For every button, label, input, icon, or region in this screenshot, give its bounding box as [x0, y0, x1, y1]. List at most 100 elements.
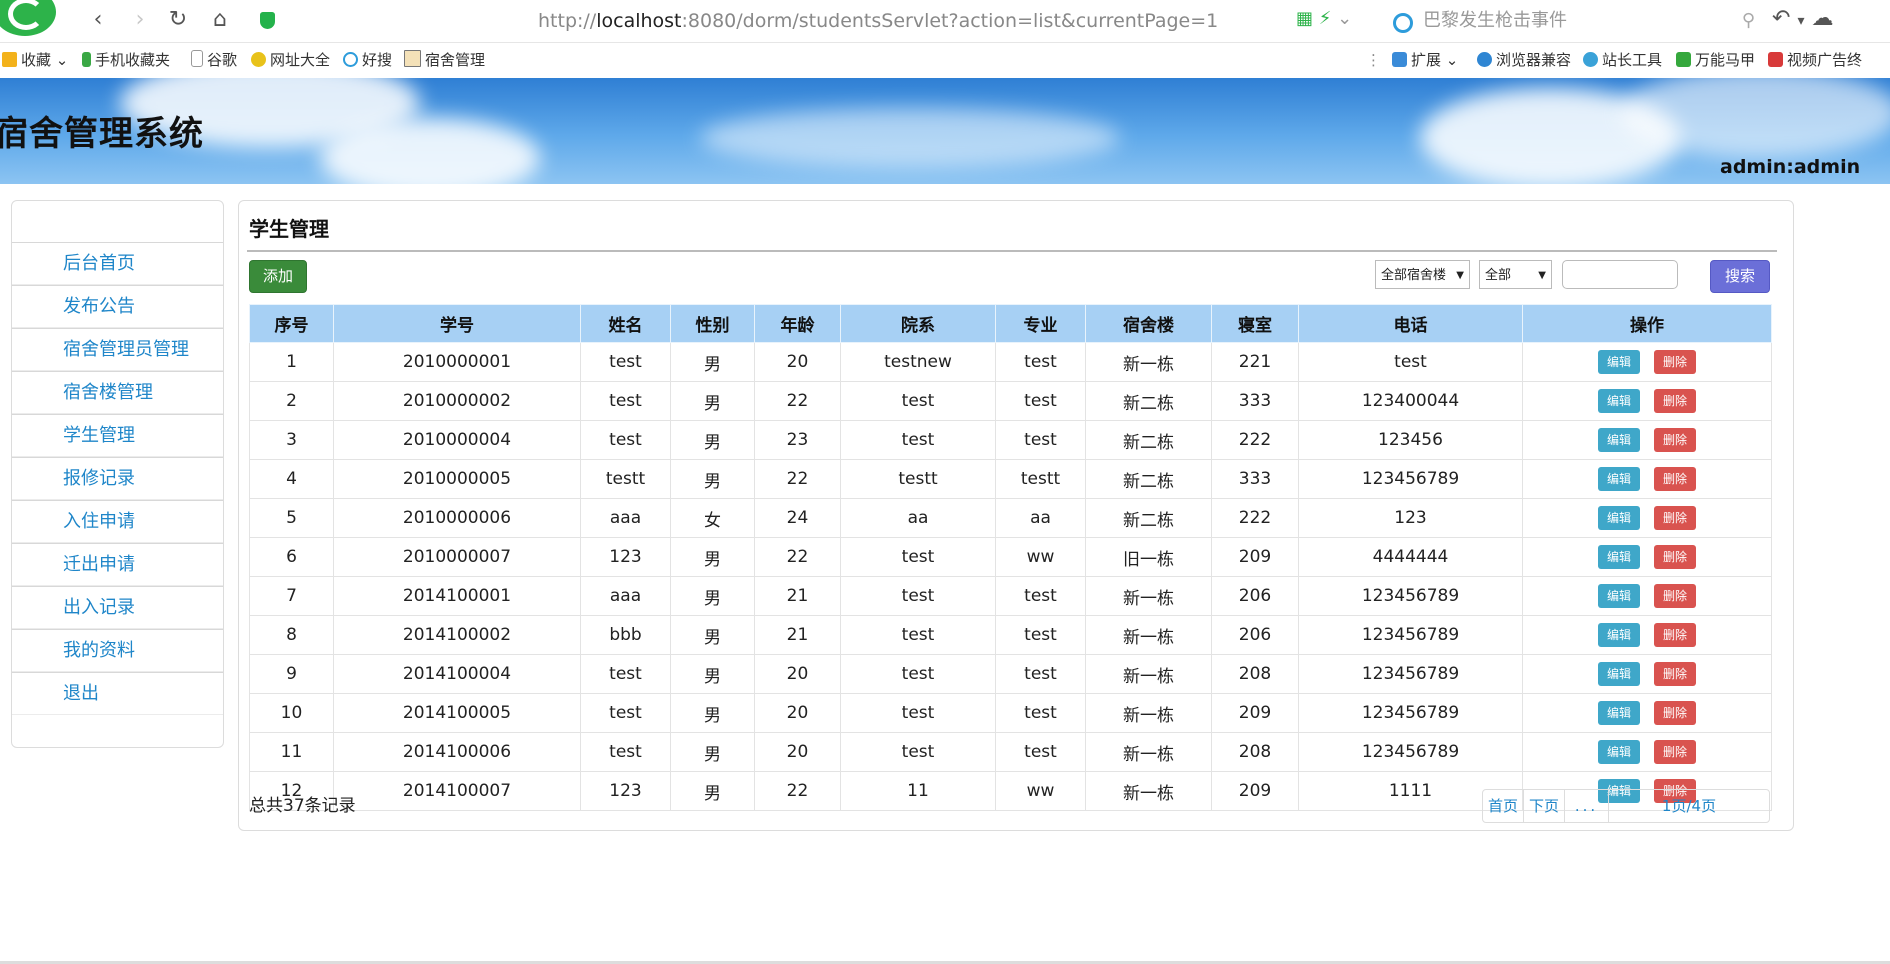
sidebar-item-logout[interactable]: 退出 — [12, 672, 223, 715]
sidebar-item-checkout[interactable]: 迁出申请 — [12, 543, 223, 586]
undo-icon[interactable]: ↶ — [1772, 6, 1790, 31]
table-cell: test — [580, 420, 671, 460]
ext-vest[interactable]: 万能马甲 — [1676, 43, 1755, 77]
table-cell: 1 — [249, 342, 334, 382]
back-icon[interactable]: ‹ — [86, 8, 110, 32]
table-cell: 新一栋 — [1085, 732, 1212, 772]
sidebar-item-access-log[interactable]: 出入记录 — [12, 586, 223, 629]
row-actions: 编辑 删除 — [1522, 732, 1772, 772]
table-cell: 221 — [1211, 342, 1299, 382]
edit-button[interactable]: 编辑 — [1598, 506, 1640, 530]
table-cell: 男 — [670, 420, 755, 460]
delete-button[interactable]: 删除 — [1654, 506, 1696, 530]
delete-button[interactable]: 删除 — [1654, 467, 1696, 491]
forward-icon[interactable]: › — [128, 8, 152, 32]
delete-button[interactable]: 删除 — [1654, 623, 1696, 647]
cloud-icon[interactable]: ☁ — [1811, 6, 1833, 31]
delete-button[interactable]: 删除 — [1654, 701, 1696, 725]
reload-icon[interactable]: ↻ — [166, 8, 190, 32]
video-icon — [1768, 52, 1783, 67]
sidebar-item-checkin[interactable]: 入住申请 — [12, 500, 223, 543]
sidebar-item-label: 出入记录 — [63, 597, 135, 618]
table-cell: aa — [840, 498, 996, 538]
row-actions: 编辑 删除 — [1522, 459, 1772, 499]
sidebar-item-profile[interactable]: 我的资料 — [12, 629, 223, 672]
edit-button[interactable]: 编辑 — [1598, 467, 1640, 491]
table-cell: 23 — [754, 420, 841, 460]
sidebar-item-label: 学生管理 — [63, 425, 135, 446]
building-select[interactable]: 全部宿舍楼 ▼ — [1375, 260, 1470, 289]
first-page-link[interactable]: 首页 — [1483, 790, 1524, 822]
browser-search-box[interactable]: 巴黎发生枪击事件 ⚲ — [1385, 6, 1755, 36]
table-cell: test — [580, 381, 671, 421]
bookmark-google[interactable]: 谷歌 — [191, 43, 237, 77]
next-page-link[interactable]: 下页 — [1524, 790, 1565, 822]
column-header: 院系 — [840, 304, 996, 343]
bookmark-favorites[interactable]: 收藏 ⌄ — [2, 43, 68, 77]
ext-extensions[interactable]: 扩展 ⌄ — [1392, 43, 1458, 77]
delete-button[interactable]: 删除 — [1654, 350, 1696, 374]
site-banner: 宿舍管理系统 admin:admin — [0, 78, 1890, 184]
search-input[interactable] — [1562, 260, 1678, 289]
table-cell: 20 — [754, 693, 841, 733]
table-cell: test — [840, 615, 996, 655]
bookmark-sites[interactable]: 网址大全 — [251, 43, 330, 77]
table-cell: testt — [995, 459, 1086, 499]
bookmark-mobile[interactable]: 手机收藏夹 — [82, 43, 170, 77]
ext-compat[interactable]: 浏览器兼容 — [1477, 43, 1571, 77]
sidebar: 后台首页 发布公告 宿舍管理员管理 宿舍楼管理 学生管理 报修记录 入住申请 迁… — [11, 200, 224, 748]
edit-button[interactable]: 编辑 — [1598, 350, 1640, 374]
edit-button[interactable]: 编辑 — [1598, 389, 1640, 413]
edit-button[interactable]: 编辑 — [1598, 545, 1640, 569]
address-bar[interactable]: http://localhost:8080/dorm/studentsServl… — [252, 6, 1352, 36]
sidebar-item-announcement[interactable]: 发布公告 — [12, 285, 223, 328]
delete-button[interactable]: 删除 — [1654, 389, 1696, 413]
edit-button[interactable]: 编辑 — [1598, 740, 1640, 764]
sidebar-item-students[interactable]: 学生管理 — [12, 414, 223, 457]
table-cell: 新一栋 — [1085, 342, 1212, 382]
globe-icon — [251, 52, 266, 67]
bookmark-dorm[interactable]: 宿舍管理 — [404, 43, 485, 77]
delete-button[interactable]: 删除 — [1654, 740, 1696, 764]
star-icon — [2, 52, 17, 67]
sidebar-item-repair[interactable]: 报修记录 — [12, 457, 223, 500]
table-cell: 2010000004 — [333, 420, 581, 460]
column-header: 操作 — [1522, 304, 1772, 343]
add-button[interactable]: 添加 — [249, 260, 307, 293]
table-row: 1 2010000001 test 男 20 testnew test 新一栋 221 test 编… — [249, 342, 1772, 382]
delete-button[interactable]: 删除 — [1654, 584, 1696, 608]
table-cell: test — [840, 576, 996, 616]
dropdown-chevron-icon[interactable]: ⌄ — [1337, 8, 1352, 29]
delete-button[interactable]: 删除 — [1654, 662, 1696, 686]
ext-adblock[interactable]: 视频广告终 — [1768, 43, 1862, 77]
edit-button[interactable]: 编辑 — [1598, 584, 1640, 608]
edit-button[interactable]: 编辑 — [1598, 701, 1640, 725]
home-icon[interactable]: ⌂ — [208, 8, 232, 32]
bookmark-haosou[interactable]: 好搜 — [343, 43, 392, 77]
table-cell: 123456789 — [1298, 576, 1523, 616]
field-select[interactable]: 全部 ▼ — [1479, 260, 1552, 289]
search-button[interactable]: 搜索 — [1710, 260, 1770, 293]
table-cell: 2014100001 — [333, 576, 581, 616]
edit-button[interactable]: 编辑 — [1598, 623, 1640, 647]
ext-webmaster[interactable]: 站长工具 — [1583, 43, 1662, 77]
sidebar-item-home[interactable]: 后台首页 — [12, 242, 223, 285]
delete-button[interactable]: 删除 — [1654, 545, 1696, 569]
table-cell: 男 — [670, 459, 755, 499]
delete-button[interactable]: 删除 — [1654, 428, 1696, 452]
search-icon[interactable]: ⚲ — [1742, 6, 1755, 36]
sidebar-item-dorm-admin[interactable]: 宿舍管理员管理 — [12, 328, 223, 371]
table-cell: testt — [840, 459, 996, 499]
chevron-down-icon[interactable]: ▾ — [1797, 13, 1804, 29]
browser-logo-icon[interactable] — [0, 0, 56, 36]
table-row: 4 2010000005 testt 男 22 testt testt 新二栋 333 12345… — [249, 459, 1772, 499]
sidebar-item-building[interactable]: 宿舍楼管理 — [12, 371, 223, 414]
edit-button[interactable]: 编辑 — [1598, 428, 1640, 452]
table-cell: 2010000001 — [333, 342, 581, 382]
more-icon[interactable]: ⋮ — [1366, 43, 1381, 77]
table-cell: 123456789 — [1298, 732, 1523, 772]
table-cell: 20 — [754, 654, 841, 694]
edit-button[interactable]: 编辑 — [1598, 662, 1640, 686]
table-cell: 2014100002 — [333, 615, 581, 655]
qrcode-icon[interactable]: ▦ ⚡ ⌄ — [1296, 8, 1352, 29]
